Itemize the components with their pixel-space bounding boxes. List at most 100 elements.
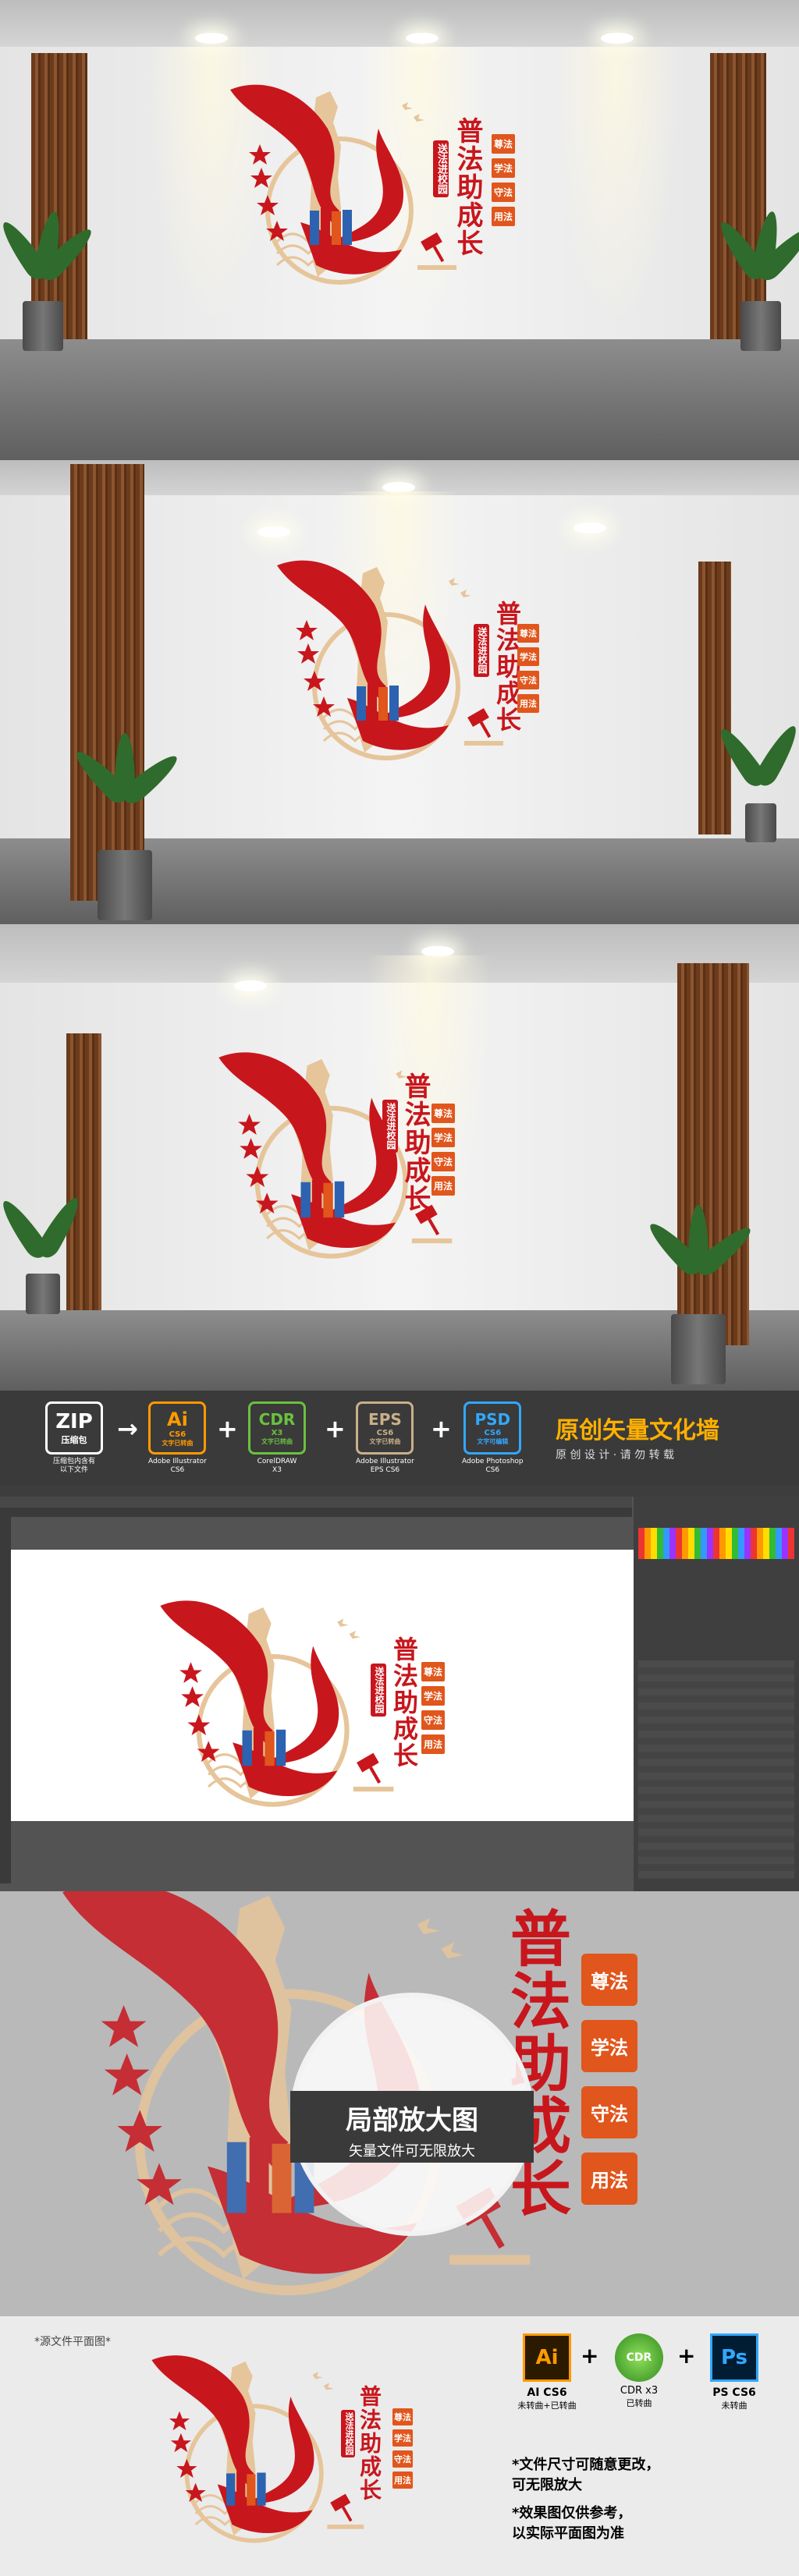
scene-1: 普法助成长 送法进校园 尊法 学法 守法 用法 (0, 0, 799, 460)
tag-yongfa: 用法 (392, 2471, 413, 2489)
format-ai-cs6: Ai AI CS6 未转曲+已转曲 (512, 2333, 582, 2411)
document-tabs (0, 1508, 632, 1517)
plus-icon: + (677, 2343, 696, 2369)
artwork-tags: 尊法 学法 守法 用法 (431, 1104, 455, 1196)
tag-xuefa: 学法 (421, 1686, 445, 1706)
banner-subtitle: 原 创 设 计 · 请 勿 转 载 (556, 1449, 675, 1462)
layers-list[interactable] (638, 1660, 794, 1879)
format-cdr-x3: CDR CDR x3 已转曲 (604, 2333, 674, 2409)
scene-3: 普法助成长 送法进校园 尊法 学法 守法 用法 (0, 924, 799, 1391)
tag-yongfa: 用法 (421, 1734, 445, 1754)
cdr-icon: CDR X3 文字已转曲 (248, 1401, 306, 1455)
format-ai: Ai CS6 文字已转曲 Adobe Illustrator CS6 (148, 1401, 207, 1475)
potted-plant (0, 203, 98, 351)
ai-icon: Ai CS6 文字已转曲 (148, 1401, 207, 1455)
zip-icon: ZIP 压缩包 (45, 1401, 103, 1455)
zoom-tags: 尊法 学法 守法 用法 (581, 1954, 637, 2205)
format-cdr: CDR X3 文字已转曲 CorelDRAW X3 (248, 1401, 306, 1475)
artwork-subtitle: 送法进校园 (341, 2410, 355, 2457)
tag-zunfa: 尊法 (581, 1954, 637, 2006)
artwork-title: 普法助成长 (452, 117, 483, 257)
flat-source: *源文件平面图* 普法助成长 送法进校园 尊法 学法 守法 用法 Ai AI C… (0, 2316, 799, 2576)
culture-wall-artwork: 普法助成长 送法进校园 尊法 学法 守法 用法 (211, 1029, 468, 1295)
ceiling-light (234, 980, 267, 991)
tag-xuefa: 学法 (392, 2429, 413, 2447)
tag-shoufa: 守法 (581, 2086, 637, 2138)
culture-wall-artwork: 普法助成长 送法进校园 尊法 学法 守法 用法 (222, 62, 515, 320)
tag-yongfa: 用法 (492, 207, 515, 226)
format-eps: EPS CS6 文字已转曲 Adobe Illustrator EPS CS6 (356, 1401, 414, 1475)
tag-xuefa: 学法 (431, 1128, 455, 1147)
ceiling-light (406, 33, 439, 44)
artwork-title: 普法助成长 (357, 2385, 382, 2502)
flat-label: *源文件平面图* (34, 2336, 111, 2348)
artwork-tags: 尊法 学法 守法 用法 (392, 2408, 413, 2489)
tag-shoufa: 守法 (421, 1710, 445, 1730)
format-ps-cs6: Ps PS CS6 未转曲 (699, 2333, 769, 2411)
plus-icon: + (325, 1414, 346, 1444)
format-psd: PSD CS6 文字可编辑 Adobe Photoshop CS6 (462, 1401, 524, 1475)
tag-zunfa: 尊法 (421, 1662, 445, 1681)
tag-zunfa: 尊法 (431, 1104, 455, 1123)
scene-2: 普法助成长 送法进校园 尊法 学法 守法 用法 (0, 460, 799, 924)
format-bar: ZIP 压缩包 压缩包内含有 以下文件 → Ai CS6 文字已转曲 Adobe… (0, 1391, 799, 1486)
tag-shoufa: 守法 (392, 2450, 413, 2468)
artwork-subtitle: 送法进校园 (371, 1664, 386, 1717)
wall-light (554, 47, 679, 328)
note-reference: *效果图仅供参考， 以实际平面图为准 (512, 2505, 632, 2542)
culture-wall-artwork: 普法助成长 送法进校园 尊法 学法 守法 用法 (152, 1578, 445, 1843)
zoom-title-label: 局部放大图 (346, 2105, 478, 2136)
artwork-title: 普法助成长 (389, 1636, 419, 1769)
control-bar (0, 1497, 632, 1508)
zoom-subtitle-label: 矢量文件可无限放大 (349, 2143, 475, 2160)
tag-shoufa: 守法 (431, 1152, 455, 1171)
ai-icon: Ai (523, 2333, 571, 2382)
tag-xuefa: 学法 (517, 647, 539, 666)
floor (0, 339, 799, 460)
artwork-subtitle: 送法进校园 (433, 140, 449, 197)
eps-icon: EPS CS6 文字已转曲 (356, 1401, 414, 1455)
potted-plant (66, 710, 183, 920)
artwork-subtitle: 送法进校园 (382, 1100, 398, 1153)
tag-yongfa: 用法 (431, 1176, 455, 1196)
artwork-tags: 尊法 学法 守法 用法 (517, 624, 539, 713)
tag-xuefa: 学法 (492, 158, 515, 178)
ps-icon: Ps (710, 2333, 758, 2382)
tag-zunfa: 尊法 (492, 134, 515, 154)
illustrator-screenshot: 普法助成长 送法进校园 尊法 学法 守法 用法 (0, 1486, 799, 1891)
culture-wall-artwork: 普法助成长 送法进校园 尊法 学法 守法 用法 (144, 2338, 413, 2572)
menu-bar (0, 1486, 799, 1497)
tag-shoufa: 守法 (492, 182, 515, 202)
tools-panel (0, 1517, 11, 1883)
swatches[interactable] (638, 1528, 794, 1559)
potted-plant (640, 1182, 757, 1384)
tag-shoufa: 守法 (517, 671, 539, 689)
tag-yongfa: 用法 (517, 694, 539, 713)
zoom-detail: 普法助成长 尊法 学法 守法 用法 局部放大图 矢量文件可无限放大 (0, 1891, 799, 2316)
plus-icon: + (581, 2343, 599, 2369)
format-zip: ZIP 压缩包 压缩包内含有 以下文件 (45, 1401, 103, 1475)
tag-xuefa: 学法 (581, 2020, 637, 2072)
note-size: *文件尺寸可随意更改， 可无限放大 (512, 2457, 660, 2493)
banner-title: 原创矢量文化墙 (556, 1417, 719, 1444)
artwork-subtitle: 送法进校园 (474, 624, 489, 677)
magnifier-circle: 局部放大图 矢量文件可无限放大 (290, 1993, 534, 2236)
culture-wall-artwork: 普法助成长 送法进校园 尊法 学法 守法 用法 (269, 538, 539, 795)
side-panels (634, 1497, 799, 1891)
ceiling-light (257, 526, 290, 537)
tag-zunfa: 尊法 (392, 2408, 413, 2425)
plus-icon: + (431, 1414, 452, 1444)
zoom-label-band: 局部放大图 矢量文件可无限放大 (290, 2091, 534, 2163)
ceiling-light (574, 523, 606, 533)
plus-icon: + (217, 1414, 238, 1444)
tag-yongfa: 用法 (581, 2153, 637, 2205)
ceiling-light (195, 33, 228, 44)
potted-plant (0, 1182, 86, 1314)
potted-plant (714, 203, 799, 351)
artwork-tags: 尊法 学法 守法 用法 (421, 1662, 445, 1754)
potted-plant (714, 710, 799, 842)
artwork-tags: 尊法 学法 守法 用法 (492, 134, 515, 226)
ceiling-light (601, 33, 634, 44)
cdr-icon: CDR (615, 2333, 663, 2382)
tag-zunfa: 尊法 (517, 624, 539, 643)
